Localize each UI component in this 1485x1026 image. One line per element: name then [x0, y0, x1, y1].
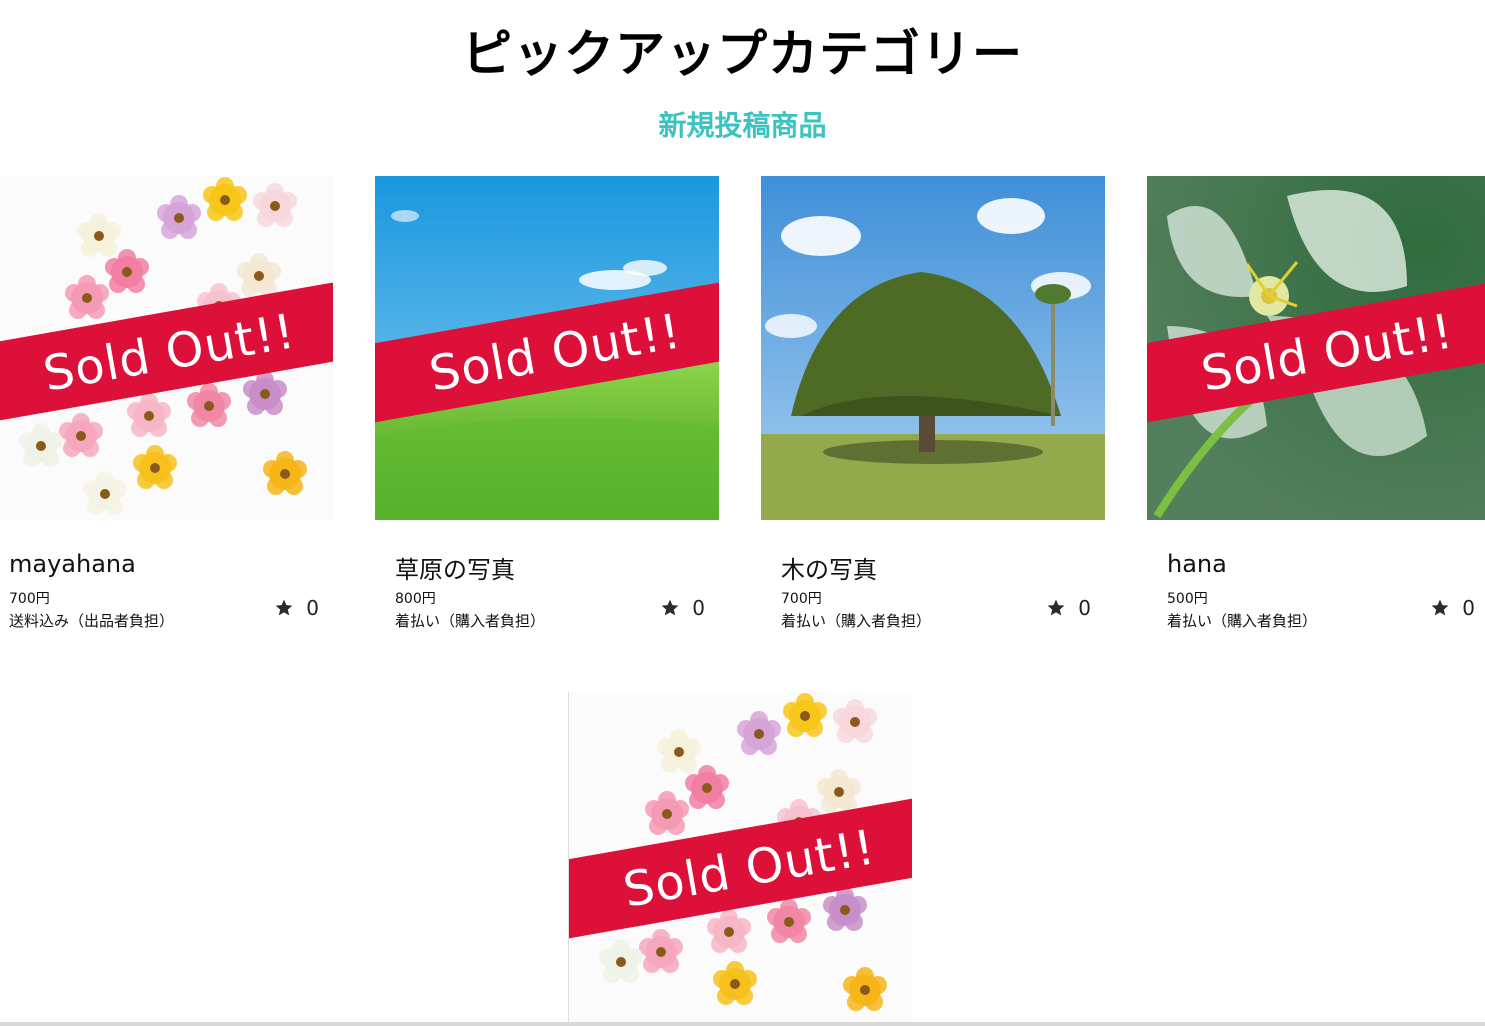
like-button[interactable]: 0	[1430, 596, 1475, 620]
product-thumbnail[interactable]: Sold Out!!	[375, 176, 719, 520]
product-info: hana 500円 着払い（購入者負担） 0	[1147, 520, 1485, 640]
product-card[interactable]: Sold Out!! hana 500円 着払い（購入者負担） 0	[1147, 176, 1485, 640]
like-button[interactable]: 0	[1046, 596, 1091, 620]
page-title: ピックアップカテゴリー	[462, 25, 1023, 83]
like-button[interactable]: 0	[274, 596, 319, 620]
star-icon	[1431, 599, 1449, 616]
product-name[interactable]: 草原の写真	[395, 550, 515, 585]
product-price: 700円	[781, 591, 822, 607]
product-card[interactable]: Sold Out!!	[568, 692, 912, 1022]
tree-image	[761, 176, 1105, 520]
shipping-fee: 送料込み（出品者負担）	[9, 612, 175, 630]
shipping-fee: 着払い（購入者負担）	[781, 612, 932, 630]
product-thumbnail[interactable]: Sold Out!!	[1147, 176, 1485, 520]
product-card[interactable]: Sold Out!! mayahana 700円 送料込み（出品者負担） 0	[0, 176, 333, 640]
product-info: 木の写真 700円 着払い（購入者負担） 0	[761, 520, 1105, 640]
star-icon	[661, 599, 679, 616]
shipping-fee: 着払い（購入者負担）	[1167, 612, 1318, 630]
shipping-fee: 着払い（購入者負担）	[395, 612, 546, 630]
like-count: 0	[1078, 596, 1091, 620]
like-button[interactable]: 0	[660, 596, 705, 620]
product-card[interactable]: 木の写真 700円 着払い（購入者負担） 0	[761, 176, 1105, 640]
product-thumbnail[interactable]: Sold Out!!	[568, 692, 912, 1022]
product-info: mayahana 700円 送料込み（出品者負担） 0	[0, 520, 333, 640]
like-count: 0	[692, 596, 705, 620]
section-title: 新規投稿商品	[658, 109, 827, 142]
like-count: 0	[1462, 596, 1475, 620]
product-name[interactable]: 木の写真	[781, 550, 877, 585]
product-price: 700円	[9, 591, 50, 607]
like-count: 0	[306, 596, 319, 620]
product-price: 500円	[1167, 591, 1208, 607]
horizontal-scrollbar[interactable]	[0, 1022, 1485, 1026]
product-thumbnail[interactable]	[761, 176, 1105, 520]
product-thumbnail[interactable]: Sold Out!!	[0, 176, 333, 520]
product-price: 800円	[395, 591, 436, 607]
product-info: 草原の写真 800円 着払い（購入者負担） 0	[375, 520, 719, 640]
star-icon	[275, 599, 293, 616]
star-icon	[1047, 599, 1065, 616]
product-card[interactable]: Sold Out!! 草原の写真 800円 着払い（購入者負担） 0	[375, 176, 719, 640]
product-name[interactable]: hana	[1167, 550, 1227, 578]
product-name[interactable]: mayahana	[9, 550, 136, 578]
